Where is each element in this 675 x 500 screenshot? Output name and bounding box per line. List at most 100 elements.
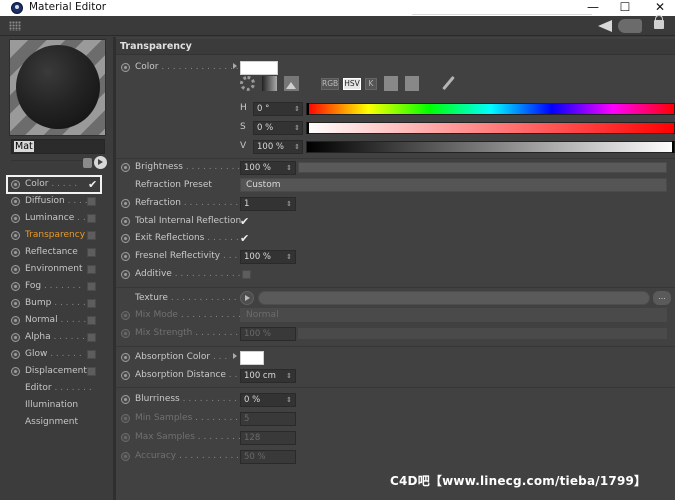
channel-item-transparency[interactable]: Transparency — [0, 227, 113, 244]
expand-arrow-icon[interactable] — [233, 353, 237, 359]
radio-icon[interactable] — [11, 248, 20, 257]
kelvin-mode-button[interactable]: K — [365, 78, 377, 90]
saturation-slider[interactable] — [306, 122, 675, 134]
value-field[interactable]: 100 % ⇕ — [253, 140, 303, 154]
channel-checkbox[interactable] — [87, 214, 96, 223]
channel-checkbox[interactable] — [87, 367, 96, 376]
checkmark-icon[interactable]: ✔ — [240, 230, 249, 247]
color-swatch[interactable] — [240, 61, 278, 75]
spectrum-icon[interactable] — [262, 76, 277, 91]
radio-icon[interactable] — [11, 214, 20, 223]
checkmark-icon[interactable]: ✔ — [88, 176, 97, 193]
preview-scroll-handle[interactable] — [83, 158, 92, 168]
radio-icon[interactable] — [11, 180, 20, 189]
channel-item-reflectance[interactable]: Reflectance — [0, 244, 113, 261]
slider-marker[interactable] — [672, 141, 674, 153]
stepper-icon[interactable]: ⇕ — [294, 141, 300, 153]
radio-icon[interactable] — [121, 270, 130, 279]
back-arrow-icon[interactable] — [598, 20, 612, 32]
stepper-icon[interactable]: ⇕ — [294, 122, 300, 134]
radio-icon[interactable] — [121, 217, 130, 226]
refraction-field[interactable]: 1 ⇕ — [240, 197, 296, 211]
radio-icon[interactable] — [11, 231, 20, 240]
absorption-color-swatch[interactable] — [240, 351, 264, 365]
swatches-icon[interactable] — [405, 76, 419, 91]
texture-slot[interactable] — [258, 291, 650, 305]
eyedropper-icon[interactable] — [442, 75, 455, 91]
radio-icon[interactable] — [121, 234, 130, 243]
channel-item-environment[interactable]: Environment — [0, 261, 113, 278]
channel-item-displacement[interactable]: Displacement — [0, 363, 113, 380]
channel-checkbox[interactable] — [87, 282, 96, 291]
radio-icon[interactable] — [121, 252, 130, 261]
radio-icon[interactable] — [11, 282, 20, 291]
additive-checkbox[interactable] — [242, 270, 251, 279]
texture-arrow-icon[interactable] — [240, 291, 254, 305]
channel-checkbox[interactable] — [87, 231, 96, 240]
stepper-icon[interactable]: ⇕ — [286, 162, 292, 174]
channel-item-assignment[interactable]: Assignment — [0, 414, 113, 431]
channel-item-luminance[interactable]: Luminance . . — [0, 210, 113, 227]
channel-item-bump[interactable]: Bump . . . . . . — [0, 295, 113, 312]
color-wheel-icon[interactable] — [240, 76, 255, 91]
rgb-mode-button[interactable]: RGB — [321, 78, 339, 90]
radio-icon[interactable] — [11, 265, 20, 274]
close-button[interactable]: ✕ — [645, 0, 675, 16]
channel-item-alpha[interactable]: Alpha . . . . . . — [0, 329, 113, 346]
channel-item-editor[interactable]: Editor . . . . . . . — [0, 380, 113, 397]
saturation-field[interactable]: 0 % ⇕ — [253, 121, 303, 135]
brightness-field[interactable]: 100 % ⇕ — [240, 161, 296, 175]
checkmark-icon[interactable]: ✔ — [240, 213, 249, 230]
channel-checkbox[interactable] — [87, 299, 96, 308]
radio-icon[interactable] — [121, 163, 130, 172]
refraction-preset-dropdown[interactable]: Custom — [240, 178, 667, 192]
channel-checkbox[interactable] — [87, 316, 96, 325]
material-name-field[interactable]: Mat — [11, 139, 105, 154]
stepper-icon[interactable]: ⇕ — [294, 103, 300, 115]
minimize-button[interactable]: — — [578, 0, 608, 16]
hue-slider[interactable] — [306, 103, 675, 115]
radio-icon[interactable] — [11, 299, 20, 308]
stepper-icon[interactable]: ⇕ — [286, 198, 292, 210]
channel-checkbox[interactable] — [87, 197, 96, 206]
channel-item-fog[interactable]: Fog . . . . . . . — [0, 278, 113, 295]
mixer-icon[interactable] — [384, 76, 398, 91]
slider-marker[interactable] — [307, 122, 309, 134]
fresnel-reflectivity-field[interactable]: 100 % ⇕ — [240, 250, 296, 264]
expand-arrow-icon[interactable] — [233, 63, 237, 69]
stepper-icon[interactable]: ⇕ — [286, 251, 292, 263]
blurriness-field[interactable]: 0 % ⇕ — [240, 393, 296, 407]
forward-arrow-icon[interactable] — [618, 19, 642, 33]
channel-checkbox[interactable] — [87, 333, 96, 342]
channel-item-color[interactable]: Color . . . . . ✔ — [6, 175, 102, 194]
radio-icon[interactable] — [11, 350, 20, 359]
channel-item-diffusion[interactable]: Diffusion . . . . — [0, 193, 113, 210]
preview-play-icon[interactable] — [94, 156, 107, 169]
slider-marker[interactable] — [307, 103, 309, 115]
channel-checkbox[interactable] — [87, 350, 96, 359]
radio-icon[interactable] — [11, 316, 20, 325]
channel-checkbox[interactable] — [87, 265, 96, 274]
radio-icon[interactable] — [121, 395, 130, 404]
value-slider[interactable] — [306, 141, 675, 153]
brightness-slider[interactable] — [298, 162, 667, 173]
material-preview[interactable] — [9, 39, 106, 136]
maximize-button[interactable]: ☐ — [610, 0, 640, 16]
radio-icon[interactable] — [121, 353, 130, 362]
channel-item-illumination[interactable]: Illumination — [0, 397, 113, 414]
radio-icon[interactable] — [121, 199, 130, 208]
channel-checkbox[interactable] — [87, 248, 96, 257]
hsv-mode-button[interactable]: HSV — [343, 78, 361, 90]
absorption-distance-field[interactable]: 100 cm ⇕ — [240, 369, 296, 383]
lock-icon[interactable] — [654, 15, 664, 29]
channel-item-normal[interactable]: Normal . . . . . — [0, 312, 113, 329]
hue-field[interactable]: 0 ° ⇕ — [253, 102, 303, 116]
texture-more-button[interactable]: ... — [653, 291, 671, 305]
channel-item-glow[interactable]: Glow . . . . . . — [0, 346, 113, 363]
radio-icon[interactable] — [121, 371, 130, 380]
radio-icon[interactable] — [11, 197, 20, 206]
radio-icon[interactable] — [11, 367, 20, 376]
radio-icon[interactable] — [121, 63, 130, 72]
stepper-icon[interactable]: ⇕ — [286, 370, 292, 382]
image-icon[interactable] — [284, 76, 299, 91]
